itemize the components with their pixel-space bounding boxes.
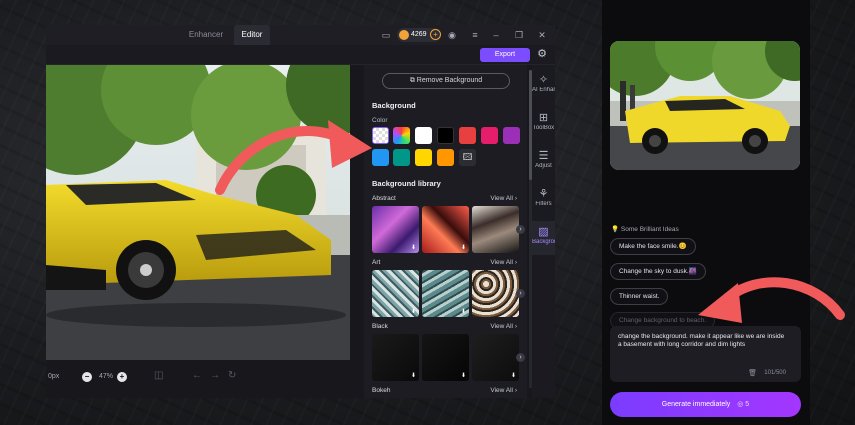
rail-ai-enhance[interactable]: ✧ AI Enhance <box>532 69 555 103</box>
blue-swatch[interactable] <box>372 149 389 166</box>
thumb-art-1[interactable]: ⬇ <box>372 270 419 317</box>
download-icon: ⬇ <box>460 309 466 315</box>
image-canvas[interactable] <box>46 65 350 360</box>
thumb-abstract-1[interactable]: ⬇ <box>372 206 419 253</box>
tab-enhancer[interactable]: Enhancer <box>178 25 234 45</box>
ai-chat-panel: 💡 Some Brilliant Ideas Make the face smi… <box>602 0 810 425</box>
category-abstract: Abstract <box>372 195 396 202</box>
image-upload-icon[interactable]: 🖾 <box>459 149 476 166</box>
prompt-input[interactable]: change the background. make it appear li… <box>610 326 801 382</box>
suggestion-chip[interactable]: Change the sky to dusk.🌆 <box>610 263 706 280</box>
rail-toolbox[interactable]: ⊞ ToolBox <box>532 107 555 141</box>
rail-background[interactable]: ▨ Background <box>532 221 555 255</box>
editor-window: Enhancer Editor ▭ 4269 + ◉ ≡ – ❐ ✕ Expor… <box>46 25 555 398</box>
credits-count: 4269 <box>411 31 427 38</box>
undo-icon[interactable]: ← <box>192 370 202 381</box>
zoom-out-button[interactable]: − <box>82 372 92 382</box>
thumb-black-3[interactable]: ⬇ <box>472 334 519 381</box>
car-photo <box>46 65 350 360</box>
download-icon: ⬇ <box>460 373 466 379</box>
library-title: Background library <box>372 179 441 188</box>
sparkle-icon: ✧ <box>538 74 549 86</box>
next-arrow-icon[interactable]: › <box>516 225 525 234</box>
pink-swatch[interactable] <box>481 127 498 144</box>
thumb-abstract-3[interactable] <box>472 206 519 253</box>
download-icon: ⬇ <box>510 373 516 379</box>
ideas-title: 💡 Some Brilliant Ideas <box>611 226 679 233</box>
clear-icon[interactable]: 🗑 <box>748 369 757 377</box>
sliders-icon: ☰ <box>538 150 549 162</box>
user-icon[interactable]: ◉ <box>446 29 458 41</box>
next-arrow-icon[interactable]: › <box>516 353 525 362</box>
filters-icon: ⚘ <box>538 188 549 200</box>
view-all-abstract[interactable]: View All › <box>490 195 517 202</box>
transparent-swatch[interactable] <box>372 127 389 144</box>
suggestion-chip[interactable]: Thinner waist. <box>610 288 669 305</box>
orange-swatch[interactable] <box>437 149 454 166</box>
car-preview-photo <box>610 41 800 170</box>
background-panel: ⧉ Remove Background Background Color 🖾 B… <box>364 65 527 398</box>
close-icon[interactable]: ✕ <box>536 29 548 41</box>
preview-image[interactable] <box>610 41 800 170</box>
generate-cost: ◎ 5 <box>737 401 750 408</box>
export-button[interactable]: Export <box>480 48 530 62</box>
char-counter: 101/500 <box>764 370 786 376</box>
compare-icon[interactable]: ◫ <box>154 370 163 381</box>
remove-background-button[interactable]: ⧉ Remove Background <box>382 73 510 89</box>
thumb-black-1[interactable]: ⬇ <box>372 334 419 381</box>
category-art: Art <box>372 259 381 266</box>
download-icon: ⬇ <box>460 245 466 251</box>
white-swatch[interactable] <box>415 127 432 144</box>
download-icon: ⬇ <box>410 309 416 315</box>
lightbulb-icon: 💡 <box>611 226 620 233</box>
generate-button[interactable]: Generate immediately ◎ 5 <box>610 392 801 417</box>
download-icon: ⬇ <box>410 373 416 379</box>
custom-color-swatch[interactable] <box>393 127 410 144</box>
redo-icon[interactable]: → <box>210 370 220 381</box>
prompt-text[interactable]: change the background. make it appear li… <box>618 333 788 349</box>
view-all-bokeh[interactable]: View All › <box>490 387 517 394</box>
black-swatch[interactable] <box>437 127 454 144</box>
next-arrow-icon[interactable]: › <box>516 289 525 298</box>
red-swatch[interactable] <box>459 127 476 144</box>
tab-editor[interactable]: Editor <box>234 25 270 45</box>
zoom-in-button[interactable]: + <box>117 372 127 382</box>
view-all-black[interactable]: View All › <box>490 323 517 330</box>
teal-swatch[interactable] <box>393 149 410 166</box>
size-readout: 0px <box>48 373 60 380</box>
toolbox-icon: ⊞ <box>538 112 549 124</box>
view-all-art[interactable]: View All › <box>490 259 517 266</box>
color-label: Color <box>372 117 388 124</box>
menu-icon[interactable]: ≡ <box>469 29 481 41</box>
thumb-art-2[interactable]: ⬇ <box>422 270 469 317</box>
purple-swatch[interactable] <box>503 127 520 144</box>
title-bar: Enhancer Editor ▭ 4269 + ◉ ≡ – ❐ ✕ <box>46 25 555 45</box>
minimize-icon[interactable]: – <box>490 29 502 41</box>
yellow-swatch[interactable] <box>415 149 432 166</box>
settings-gear-icon[interactable]: ⚙ <box>535 47 549 61</box>
category-black: Black <box>372 323 388 330</box>
tool-rail: ✧ AI Enhance ⊞ ToolBox ☰ Adjust ⚘ Filter… <box>532 65 555 398</box>
rail-filters[interactable]: ⚘ Filters <box>532 183 555 217</box>
rail-adjust[interactable]: ☰ Adjust <box>532 145 555 179</box>
background-icon: ▨ <box>538 226 549 238</box>
remove-background-icon: ⧉ <box>409 77 417 84</box>
editor-toolbar <box>46 45 555 65</box>
thumb-black-2[interactable]: ⬇ <box>422 334 469 381</box>
zoom-level: 47% <box>99 373 114 380</box>
background-title: Background <box>372 101 416 110</box>
message-icon[interactable]: ▭ <box>380 29 392 41</box>
suggestion-chip[interactable]: Make the face smile.😊 <box>610 238 696 255</box>
category-bokeh: Bokeh <box>372 387 391 394</box>
thumb-art-3[interactable] <box>472 270 519 317</box>
restore-icon[interactable]: ❐ <box>513 29 525 41</box>
canvas-bottom-bar: 0px − 47% + ◫ ← → ↻ <box>46 360 350 398</box>
download-icon: ⬇ <box>410 245 416 251</box>
thumb-abstract-2[interactable]: ⬇ <box>422 206 469 253</box>
add-credits-icon[interactable]: + <box>430 29 441 40</box>
reset-icon[interactable]: ↻ <box>228 370 236 381</box>
coin-icon <box>399 30 409 40</box>
